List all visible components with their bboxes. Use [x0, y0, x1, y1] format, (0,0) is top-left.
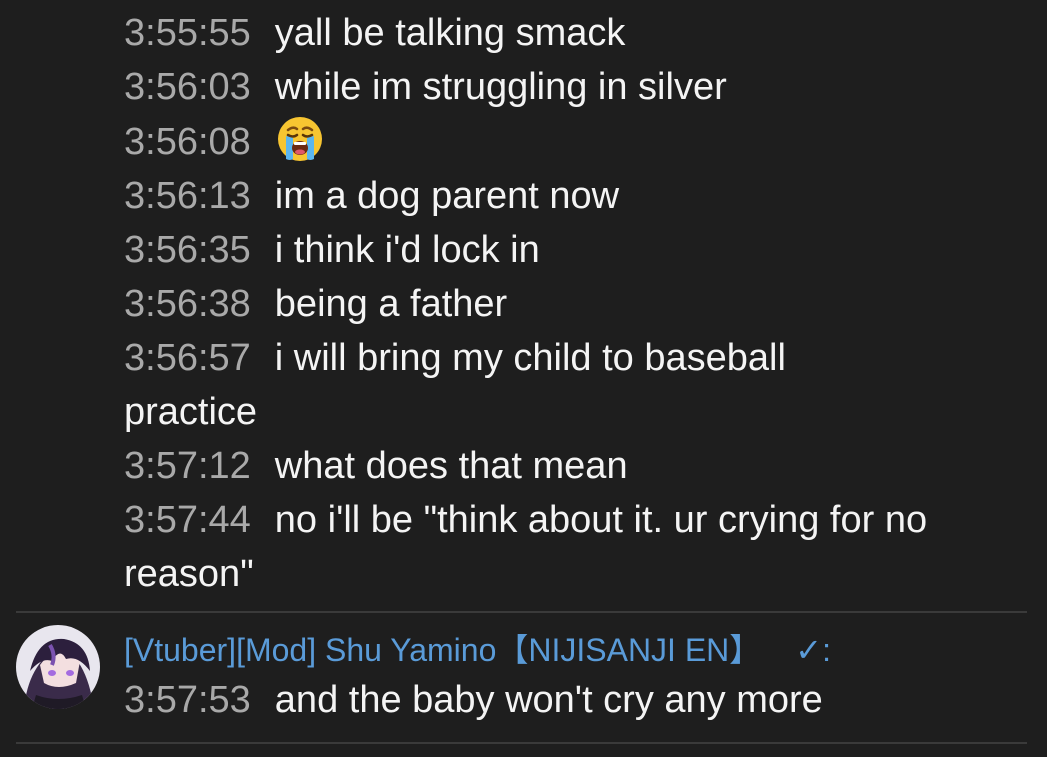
message-text: being a father: [274, 283, 508, 325]
chat-message: 3:56:13 im a dog parent now: [124, 169, 1034, 223]
chat-message: 3:56:38 being a father: [124, 277, 1034, 331]
chat-message: 3:56:03 while im struggling in silver: [124, 60, 1034, 114]
chat-message: 3:56:08: [124, 114, 1034, 169]
chat-log: 3:55:55 yall be talking smack 3:56:03 whil…: [0, 0, 1047, 757]
message-timestamp: 3:56:38: [124, 283, 251, 325]
loudly-crying-face-icon: [275, 114, 325, 164]
verified-check-icon: ✓:: [795, 632, 831, 668]
message-text: yall be talking smack: [274, 12, 626, 54]
chat-message: 3:57:44 no i'll be "think about it. ur cr…: [124, 493, 1034, 601]
message-timestamp: 3:56:35: [124, 229, 251, 271]
message-timestamp: 3:56:03: [124, 66, 251, 108]
message-divider: [16, 742, 1027, 744]
chat-message: 3:57:12 what does that mean: [124, 439, 1034, 493]
chat-message: 3:56:35 i think i'd lock in: [124, 223, 1034, 277]
chat-message: 3:55:55 yall be talking smack: [124, 6, 1034, 60]
author-name[interactable]: [Vtuber][Mod] Shu Yamino【NIJISANJI EN】: [124, 632, 761, 668]
message-divider: [16, 611, 1027, 613]
author-name-line[interactable]: [Vtuber][Mod] Shu Yamino【NIJISANJI EN】 ✓:: [124, 625, 831, 675]
message-timestamp: 3:56:08: [124, 121, 251, 163]
message-text: what does that mean: [274, 445, 628, 487]
message-timestamp: 3:57:44: [124, 499, 251, 541]
message-timestamp: 3:56:57: [124, 337, 251, 379]
message-text: i think i'd lock in: [274, 229, 540, 271]
message-timestamp: 3:55:55: [124, 12, 251, 54]
message-text: and the baby won't cry any more: [274, 679, 823, 721]
message-timestamp: 3:56:13: [124, 175, 251, 217]
message-timestamp: 3:57:12: [124, 445, 251, 487]
avatar-icon[interactable]: [16, 625, 100, 709]
message-group: 3:55:55 yall be talking smack 3:56:03 whil…: [124, 6, 1034, 601]
chat-message: 3:57:53 and the baby won't cry any more: [124, 673, 823, 727]
message-text: im a dog parent now: [274, 175, 620, 217]
message-text: while im struggling in silver: [274, 66, 727, 108]
chat-message: 3:56:57 i will bring my child to baseball…: [124, 331, 884, 439]
message-timestamp: 3:57:53: [124, 679, 251, 721]
